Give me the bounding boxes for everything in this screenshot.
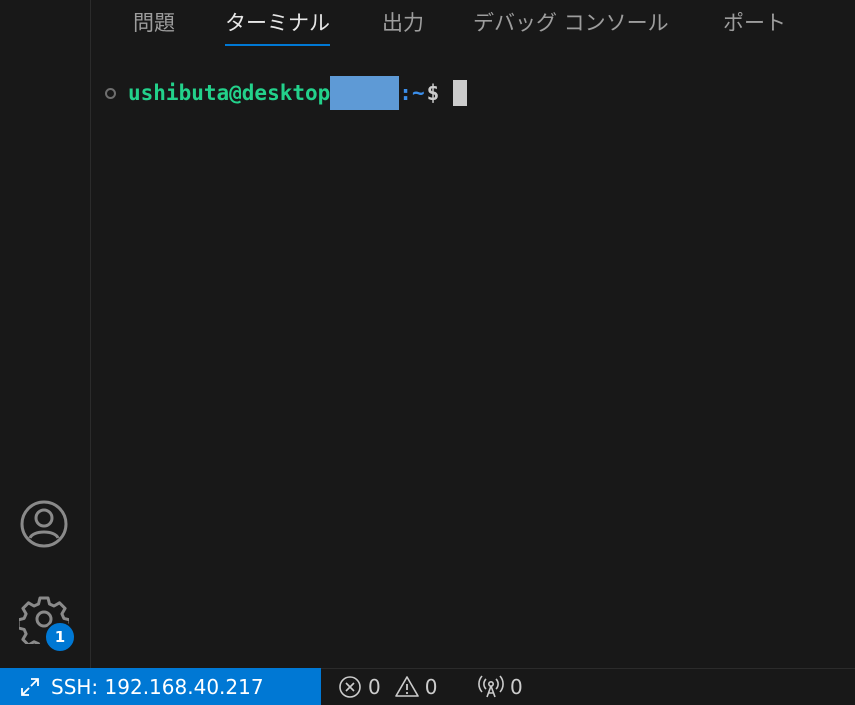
redacted-hostname	[330, 76, 400, 110]
broadcast-icon	[478, 675, 504, 698]
remote-icon	[21, 677, 39, 696]
account-icon[interactable]	[19, 499, 69, 549]
error-count: 0	[368, 675, 381, 699]
tab-ports[interactable]: ポート	[723, 6, 786, 42]
status-bar: SSH: 192.168.40.217 0 0 0	[0, 668, 855, 705]
terminal-user-host: ushibuta@desktop	[128, 81, 331, 105]
problems-indicator[interactable]: 0 0	[338, 669, 451, 705]
terminal-prompt-line: ushibuta@desktop :~ $	[105, 76, 468, 110]
tab-output[interactable]: 出力	[382, 6, 424, 42]
warning-count: 0	[424, 675, 438, 699]
terminal-prompt-symbol: $	[426, 81, 440, 105]
terminal-cursor	[453, 80, 468, 106]
ports-indicator[interactable]: 0	[478, 669, 523, 705]
bottom-panel: 問題 ターミナル 出力 デバッグ コンソール ポート ushibuta@desk…	[91, 0, 855, 668]
settings-update-badge: 1	[44, 621, 76, 653]
warning-icon	[394, 676, 419, 697]
panel-tabs: 問題 ターミナル 出力 デバッグ コンソール ポート	[91, 0, 855, 48]
terminal-view[interactable]: ushibuta@desktop :~ $	[91, 48, 855, 668]
remote-label: SSH: 192.168.40.217	[51, 674, 264, 699]
ports-count: 0	[510, 675, 523, 699]
error-icon	[339, 676, 361, 698]
activity-bar: 1	[0, 0, 91, 668]
terminal-path: :~	[399, 81, 425, 105]
tab-terminal[interactable]: ターミナル	[225, 6, 330, 46]
remote-indicator[interactable]: SSH: 192.168.40.217	[0, 668, 321, 705]
command-decoration-icon[interactable]	[105, 87, 116, 99]
tab-debug-console[interactable]: デバッグ コンソール	[473, 6, 669, 42]
tab-problems[interactable]: 問題	[133, 6, 175, 42]
